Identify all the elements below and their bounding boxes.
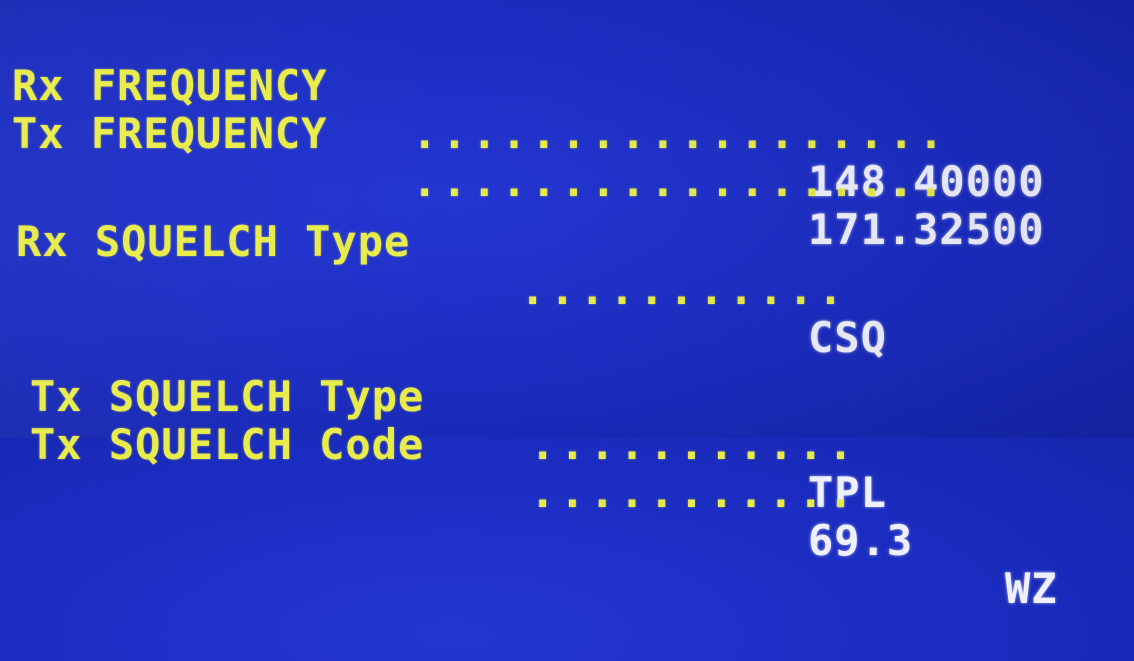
tx-squelch-type-row[interactable]: Tx SQUELCH Type ........... TPL bbox=[0, 325, 886, 517]
rx-squelch-type-leader: ........... bbox=[520, 265, 848, 314]
tx-squelch-code-row[interactable]: Tx SQUELCH Code ........... 69.3 WZ bbox=[0, 373, 1057, 613]
tx-frequency-value: 171.32500 bbox=[808, 205, 1045, 254]
tx-squelch-code-unit: WZ bbox=[1005, 564, 1058, 613]
rx-frequency-leader: .................. bbox=[412, 109, 949, 158]
tx-squelch-code-leader: ........... bbox=[530, 468, 858, 517]
rx-squelch-type-row[interactable]: Rx SQUELCH Type ........... CSQ bbox=[0, 170, 886, 362]
tx-frequency-label: Tx FREQUENCY bbox=[12, 109, 328, 158]
tx-squelch-type-leader: ........... bbox=[530, 420, 858, 469]
tx-squelch-code-label: Tx SQUELCH Code bbox=[30, 420, 425, 469]
tx-squelch-code-value: 69.3 bbox=[808, 516, 914, 565]
rx-squelch-type-label: Rx SQUELCH Type bbox=[16, 217, 411, 266]
rx-frequency-row[interactable]: Rx FREQUENCY .................. 148.4000… bbox=[0, 14, 1044, 206]
rx-squelch-type-value: CSQ bbox=[808, 313, 887, 362]
tx-frequency-leader: .................. bbox=[412, 157, 949, 206]
tx-frequency-row[interactable]: Tx FREQUENCY .................. 171.3250… bbox=[0, 62, 1044, 254]
